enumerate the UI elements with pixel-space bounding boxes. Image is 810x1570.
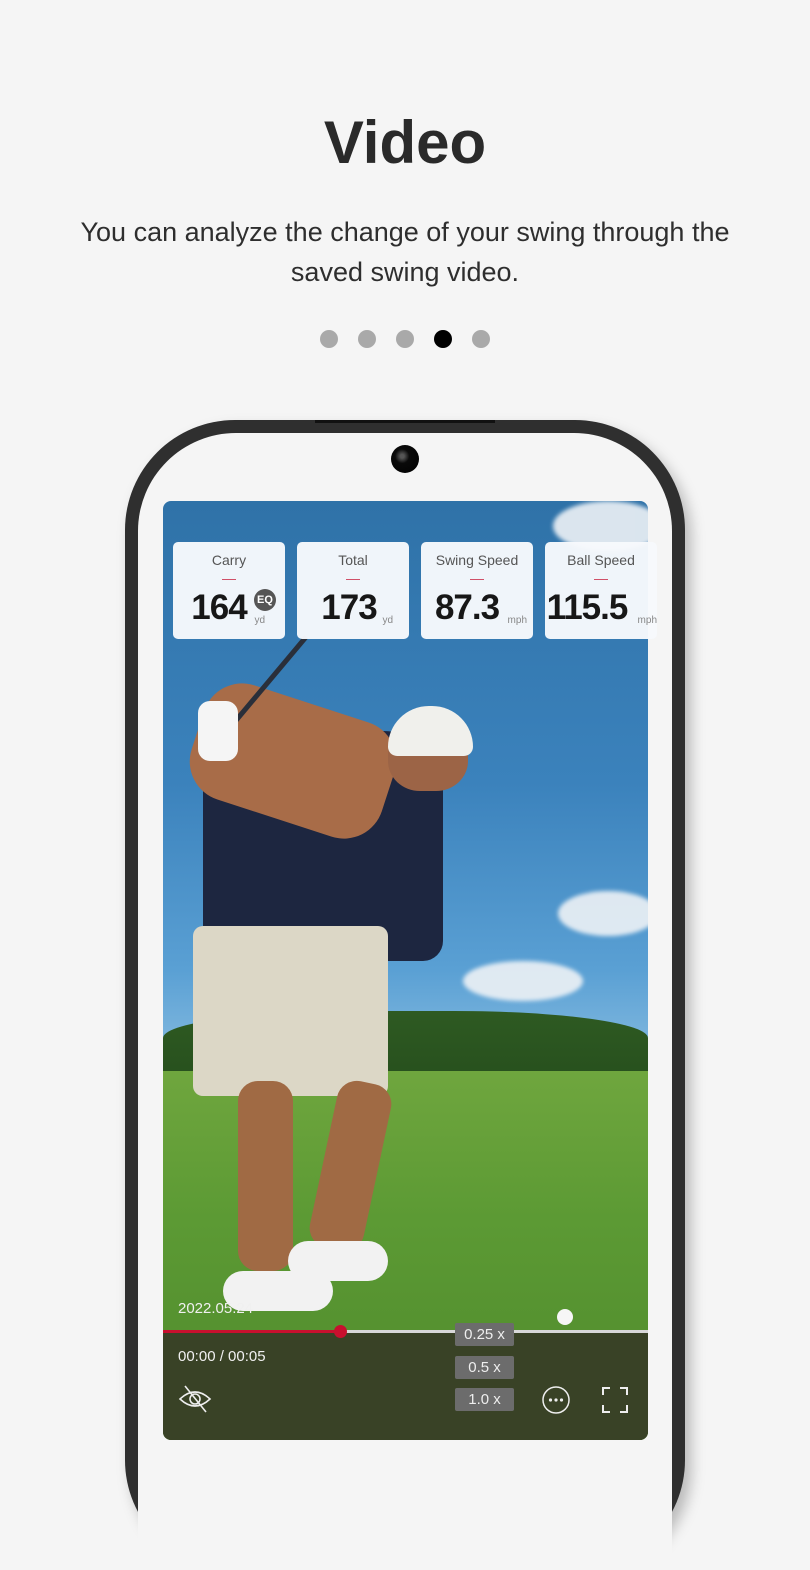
fullscreen-button[interactable] bbox=[602, 1387, 628, 1418]
video-seek-bar[interactable] bbox=[163, 1325, 648, 1338]
pagination-dot-1[interactable] bbox=[320, 330, 338, 348]
golfer-shorts bbox=[193, 926, 388, 1096]
video-date: 2022.05.24 bbox=[178, 1300, 254, 1317]
cloud bbox=[463, 961, 583, 1001]
stat-unit: mph bbox=[507, 615, 527, 626]
more-horizontal-icon bbox=[542, 1386, 570, 1414]
stat-card-total: Total 173 yd bbox=[297, 542, 409, 639]
fullscreen-icon bbox=[602, 1387, 628, 1413]
pagination-dots bbox=[0, 330, 810, 348]
page-title: Video bbox=[323, 109, 487, 176]
stat-value: 115.5 bbox=[546, 588, 629, 627]
seek-progress bbox=[163, 1330, 341, 1333]
pagination-dot-3[interactable] bbox=[396, 330, 414, 348]
speed-option-1-0[interactable]: 1.0 x bbox=[455, 1388, 514, 1411]
divider bbox=[594, 579, 608, 580]
stat-card-ball-speed: Ball Speed 115.5 mph bbox=[545, 542, 657, 639]
eq-badge: EQ bbox=[254, 589, 276, 611]
more-button[interactable] bbox=[541, 1385, 571, 1420]
stat-value: 87.3 bbox=[434, 588, 500, 627]
divider bbox=[222, 579, 236, 580]
speed-option-0-25[interactable]: 0.25 x bbox=[455, 1323, 514, 1346]
video-time: 00:00 / 00:05 bbox=[178, 1348, 266, 1365]
cloud bbox=[558, 891, 648, 936]
pagination-dot-4-active[interactable] bbox=[434, 330, 452, 348]
seek-thumb[interactable] bbox=[334, 1325, 348, 1338]
speed-option-0-5[interactable]: 0.5 x bbox=[455, 1356, 514, 1379]
divider bbox=[346, 579, 360, 580]
hide-overlay-button[interactable] bbox=[178, 1384, 212, 1419]
shot-stats: Carry 164 EQ yd Total 173 yd Swing Speed… bbox=[173, 542, 658, 639]
golfer-cap bbox=[388, 706, 473, 756]
pagination-dot-5[interactable] bbox=[472, 330, 490, 348]
stat-unit: yd bbox=[382, 615, 393, 626]
stat-unit: yd bbox=[254, 615, 265, 626]
stat-label: Ball Speed bbox=[567, 552, 635, 568]
page-subtitle: You can analyze the change of your swing… bbox=[80, 217, 730, 287]
pagination-dot-2[interactable] bbox=[358, 330, 376, 348]
golfer-shoe bbox=[288, 1241, 388, 1281]
divider bbox=[470, 579, 484, 580]
stat-card-carry: Carry 164 EQ yd bbox=[173, 542, 285, 639]
eye-off-icon bbox=[178, 1385, 212, 1413]
stat-label: Total bbox=[338, 552, 368, 568]
golfer-leg bbox=[238, 1081, 293, 1271]
phone-edge bbox=[315, 420, 495, 423]
stat-card-swing-speed: Swing Speed 87.3 mph bbox=[421, 542, 533, 639]
golfer-glove bbox=[198, 701, 238, 761]
stat-unit: mph bbox=[637, 615, 657, 626]
stat-label: Swing Speed bbox=[435, 552, 519, 568]
front-camera-icon bbox=[391, 445, 419, 473]
stat-label: Carry bbox=[211, 552, 247, 568]
golf-ball bbox=[557, 1309, 573, 1325]
